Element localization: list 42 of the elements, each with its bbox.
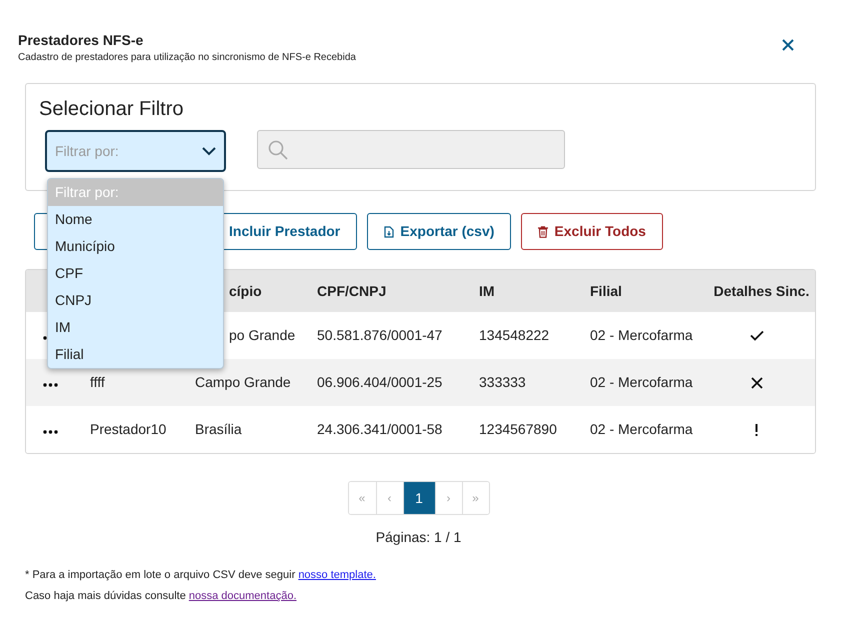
table-cell: 24.306.341/0001-58 [317,421,442,437]
dropdown-option[interactable]: CNPJ [48,287,223,314]
file-download-icon [384,226,394,238]
page-button[interactable]: 1 [402,482,434,514]
page-title: Prestadores NFS-e [18,32,144,48]
column-header: IM [479,282,495,298]
footnote: Caso haja mais dúvidas consulte nossa documentação. [25,589,298,604]
column-header: CPF/CNPJ [317,282,386,298]
search-field[interactable] [257,130,565,169]
search-icon [268,140,288,160]
chevron-down-icon [202,146,216,156]
more-icon[interactable] [43,430,58,434]
column-header: cípio [229,282,262,298]
dropdown-option[interactable]: Filial [48,341,223,368]
column-header: Detalhes Sinc. [714,282,810,298]
table-cell: Brasília [195,421,242,437]
footnote-link[interactable]: nosso template. [298,569,376,581]
filter-title: Selecionar Filtro [39,97,185,122]
close-button[interactable] [781,38,795,52]
table-cell: 06.906.404/0001-25 [317,374,442,390]
table-cell: 50.581.876/0001-47 [317,327,442,343]
table-cell: ffff [90,374,105,390]
column-header: Filial [590,282,622,298]
page-subtitle: Cadastro de prestadores para utilização no sincronismo de NFS-e Recebida [18,51,356,65]
table-cell: 02 - Mercofarma [590,374,693,390]
trash-icon [538,226,548,238]
dropdown-option[interactable]: IM [48,314,223,341]
page-summary: Páginas: 1 / 1 [376,528,462,547]
table-cell: Campo Grande [195,374,291,390]
table-cell: po Grande [229,327,296,343]
table-cell: 134548222 [479,327,550,343]
table-cell: 02 - Mercofarma [590,327,693,343]
action-button[interactable]: Excluir Todos [521,213,663,250]
footnote-link[interactable]: nossa documentação. [188,590,297,602]
action-button[interactable]: Exportar (csv) [367,213,512,250]
table-cell: 1234567890 [479,421,557,437]
table-cell: Prestador10 [90,421,166,437]
table-cell: 02 - Mercofarma [590,421,693,437]
more-icon[interactable] [43,383,58,387]
dropdown-option[interactable]: CPF [48,260,223,287]
footnote: * Para a importação em lote o arquivo CSV deve seguir nosso template. [25,568,377,583]
table-cell: 333333 [479,374,526,390]
